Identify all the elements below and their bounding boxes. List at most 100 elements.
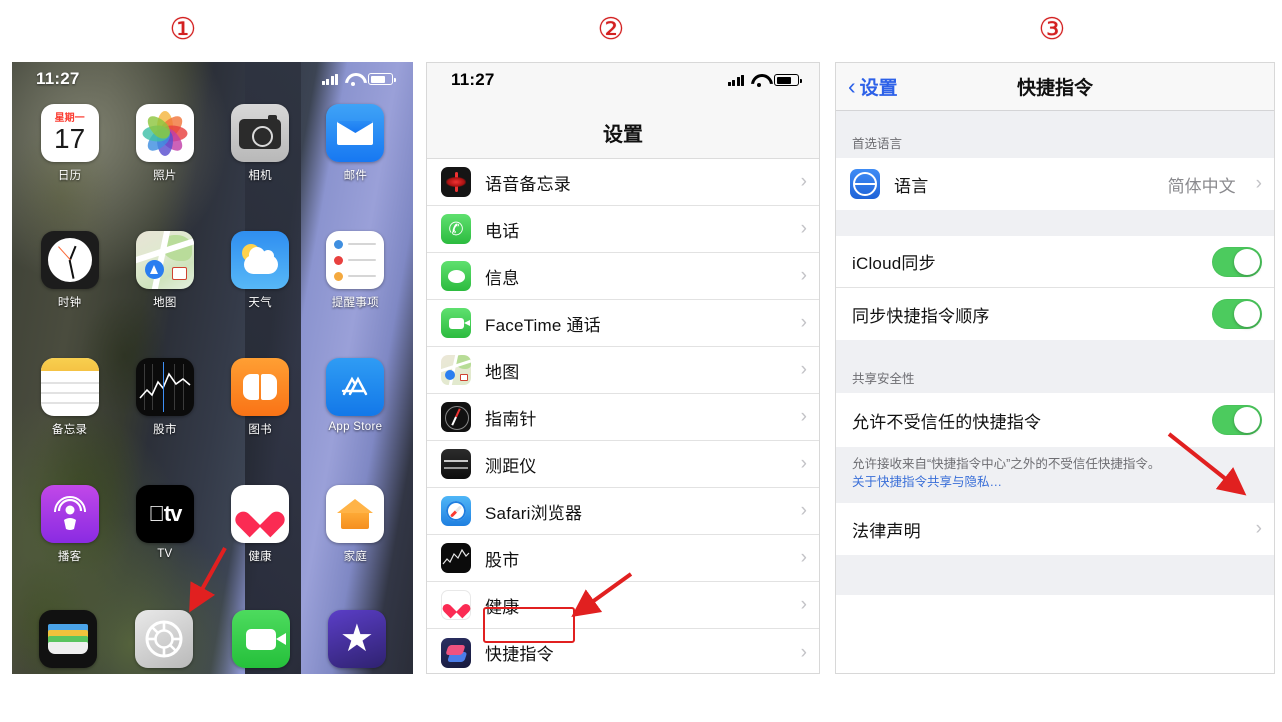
app-label: 图书 xyxy=(248,424,272,436)
health-icon xyxy=(231,485,290,543)
status-bar: 11:27 xyxy=(12,62,413,96)
settings-row-allow-untrusted[interactable]: 允许不受信任的快捷指令 xyxy=(836,393,1274,447)
settings-row-stocks[interactable]: 股市 › xyxy=(427,535,819,582)
app-label: 地图 xyxy=(153,297,177,309)
app-icon-stocks[interactable]: 股市 xyxy=(117,358,212,485)
app-label: 家庭 xyxy=(343,551,368,563)
section-gap xyxy=(836,210,1274,236)
chevron-left-icon: ‹ xyxy=(848,73,856,99)
phone-panel-settings-list: 11:27 设置 语音备忘录 › ✆ 电话 › 信息 › FaceTime 通话… xyxy=(426,62,820,674)
settings-row-language[interactable]: 语言 简体中文 › xyxy=(836,158,1274,210)
maps-icon xyxy=(441,355,471,385)
app-icon-clock[interactable]: 时钟 xyxy=(22,231,117,358)
chevron-right-icon: › xyxy=(800,312,807,333)
toggle-allow-untrusted-shortcuts[interactable] xyxy=(1212,405,1262,435)
measure-icon xyxy=(441,449,471,479)
dock-label: FaceTime 通话 xyxy=(222,673,299,674)
app-label: 照片 xyxy=(153,170,177,182)
app-icon-app-store[interactable]: App Store xyxy=(308,358,403,485)
app-icon-reminders[interactable]: 提醒事项 xyxy=(308,231,403,358)
phone-panel-shortcuts-settings: ‹ 设置 快捷指令 首选语言 语言 简体中文 › iCloud同步 同步快捷指令… xyxy=(835,62,1275,674)
toggle-sync-shortcut-order[interactable] xyxy=(1212,299,1262,329)
footer-link[interactable]: 关于快捷指令共享与隐私… xyxy=(852,475,1002,489)
cellular-bars-icon xyxy=(321,73,338,85)
step-badge-1: ① xyxy=(169,13,197,46)
app-icon-calendar[interactable]: 星期一 17 日历 xyxy=(22,104,117,231)
settings-row-health[interactable]: 健康 › xyxy=(427,582,819,629)
weather-icon xyxy=(231,231,290,289)
app-icon-books[interactable]: 图书 xyxy=(213,358,308,485)
dock-label: 设置 xyxy=(153,673,176,674)
app-icon-mail[interactable]: 邮件 xyxy=(308,104,403,231)
app-icon-notes[interactable]: 备忘录 xyxy=(22,358,117,485)
settings-row-legal[interactable]: 法律声明 › xyxy=(836,503,1274,556)
settings-row-measure[interactable]: 测距仪 › xyxy=(427,441,819,488)
row-label: FaceTime 通话 xyxy=(485,315,601,335)
home-dock: 钱包 设置 Face xyxy=(20,610,405,668)
shortcuts-nav-bar: ‹ 设置 快捷指令 xyxy=(836,63,1274,111)
settings-gear-icon xyxy=(135,610,194,668)
chevron-right-icon: › xyxy=(1255,173,1262,194)
app-icon-home[interactable]: 家庭 xyxy=(308,485,403,612)
language-group: 语言 简体中文 › xyxy=(836,158,1274,210)
row-label: 允许不受信任的快捷指令 xyxy=(852,412,1042,432)
voice-memos-icon xyxy=(441,167,471,197)
settings-row-compass[interactable]: 指南针 › xyxy=(427,394,819,441)
app-icon-apple-tv[interactable]: tv TV xyxy=(117,485,212,612)
apple-tv-icon: tv xyxy=(135,485,194,543)
app-label: 股市 xyxy=(153,424,177,436)
row-label: 股市 xyxy=(485,550,520,570)
row-label: 指南针 xyxy=(485,409,537,429)
dock-icon-facetime[interactable]: FaceTime 通话 xyxy=(213,610,309,674)
settings-row-sync-order[interactable]: 同步快捷指令顺序 xyxy=(836,288,1274,340)
dock-icon-wallet[interactable]: 钱包 xyxy=(20,610,116,674)
stocks-icon xyxy=(135,358,194,416)
app-icon-maps[interactable]: 地图 xyxy=(117,231,212,358)
status-bar: 11:27 xyxy=(427,63,819,97)
app-label: App Store xyxy=(328,421,383,433)
shortcuts-icon xyxy=(441,637,471,668)
app-icon-podcasts[interactable]: 播客 xyxy=(22,485,117,612)
calendar-icon: 星期一 17 xyxy=(40,104,99,162)
settings-row-icloud-sync[interactable]: iCloud同步 xyxy=(836,236,1274,288)
mail-icon xyxy=(326,104,385,162)
app-icon-weather[interactable]: 天气 xyxy=(213,231,308,358)
stocks-icon xyxy=(441,543,471,573)
row-label: 语音备忘录 xyxy=(485,174,571,194)
icloud-group: iCloud同步 同步快捷指令顺序 xyxy=(836,236,1274,340)
app-icon-health[interactable]: 健康 xyxy=(213,485,308,612)
dock-icon-imovie[interactable]: ★ iMovie 剪辑 xyxy=(309,610,405,674)
globe-icon xyxy=(850,169,880,199)
row-label: 同步快捷指令顺序 xyxy=(852,306,990,326)
settings-row-safari[interactable]: Safari浏览器 › xyxy=(427,488,819,535)
settings-row-shortcuts[interactable]: 快捷指令 › xyxy=(427,629,819,673)
row-label: 健康 xyxy=(485,597,520,617)
row-label: 测距仪 xyxy=(485,456,537,476)
chevron-right-icon: › xyxy=(800,547,807,568)
app-store-icon xyxy=(326,358,385,416)
settings-row-maps[interactable]: 地图 › xyxy=(427,347,819,394)
row-label: 信息 xyxy=(485,268,520,288)
screenshot-root: ① ② ③ 11:27 星期一 17 日历 照片 相机 邮件 时钟 地图 天气 … xyxy=(0,0,1282,722)
settings-row-facetime[interactable]: FaceTime 通话 › xyxy=(427,300,819,347)
toggle-icloud-sync[interactable] xyxy=(1212,246,1262,277)
chevron-right-icon: › xyxy=(1255,518,1262,540)
settings-row-voice-memos[interactable]: 语音备忘录 › xyxy=(427,159,819,206)
app-icon-photos[interactable]: 照片 xyxy=(117,104,212,231)
app-label: 时钟 xyxy=(57,297,82,309)
settings-list: 语音备忘录 › ✆ 电话 › 信息 › FaceTime 通话 › 地图 › 指… xyxy=(427,159,819,673)
app-icon-camera[interactable]: 相机 xyxy=(213,104,308,231)
dock-label: 钱包 xyxy=(57,673,80,674)
footer-text: 允许接收来自“快捷指令中心”之外的不受信任快捷指令。 xyxy=(852,457,1161,471)
back-button[interactable]: ‹ 设置 xyxy=(848,73,898,100)
books-icon xyxy=(231,358,290,416)
settings-row-phone[interactable]: ✆ 电话 › xyxy=(427,206,819,253)
chevron-right-icon: › xyxy=(800,359,807,380)
wifi-icon xyxy=(751,74,767,87)
facetime-icon xyxy=(231,610,290,668)
dock-icon-settings[interactable]: 设置 xyxy=(116,610,212,674)
row-label: 语言 xyxy=(894,176,929,196)
settings-row-messages[interactable]: 信息 › xyxy=(427,253,819,300)
health-icon xyxy=(441,590,471,620)
home-icon-grid: 星期一 17 日历 照片 相机 邮件 时钟 地图 天气 提醒事项 备忘录 股市 … xyxy=(12,100,413,612)
